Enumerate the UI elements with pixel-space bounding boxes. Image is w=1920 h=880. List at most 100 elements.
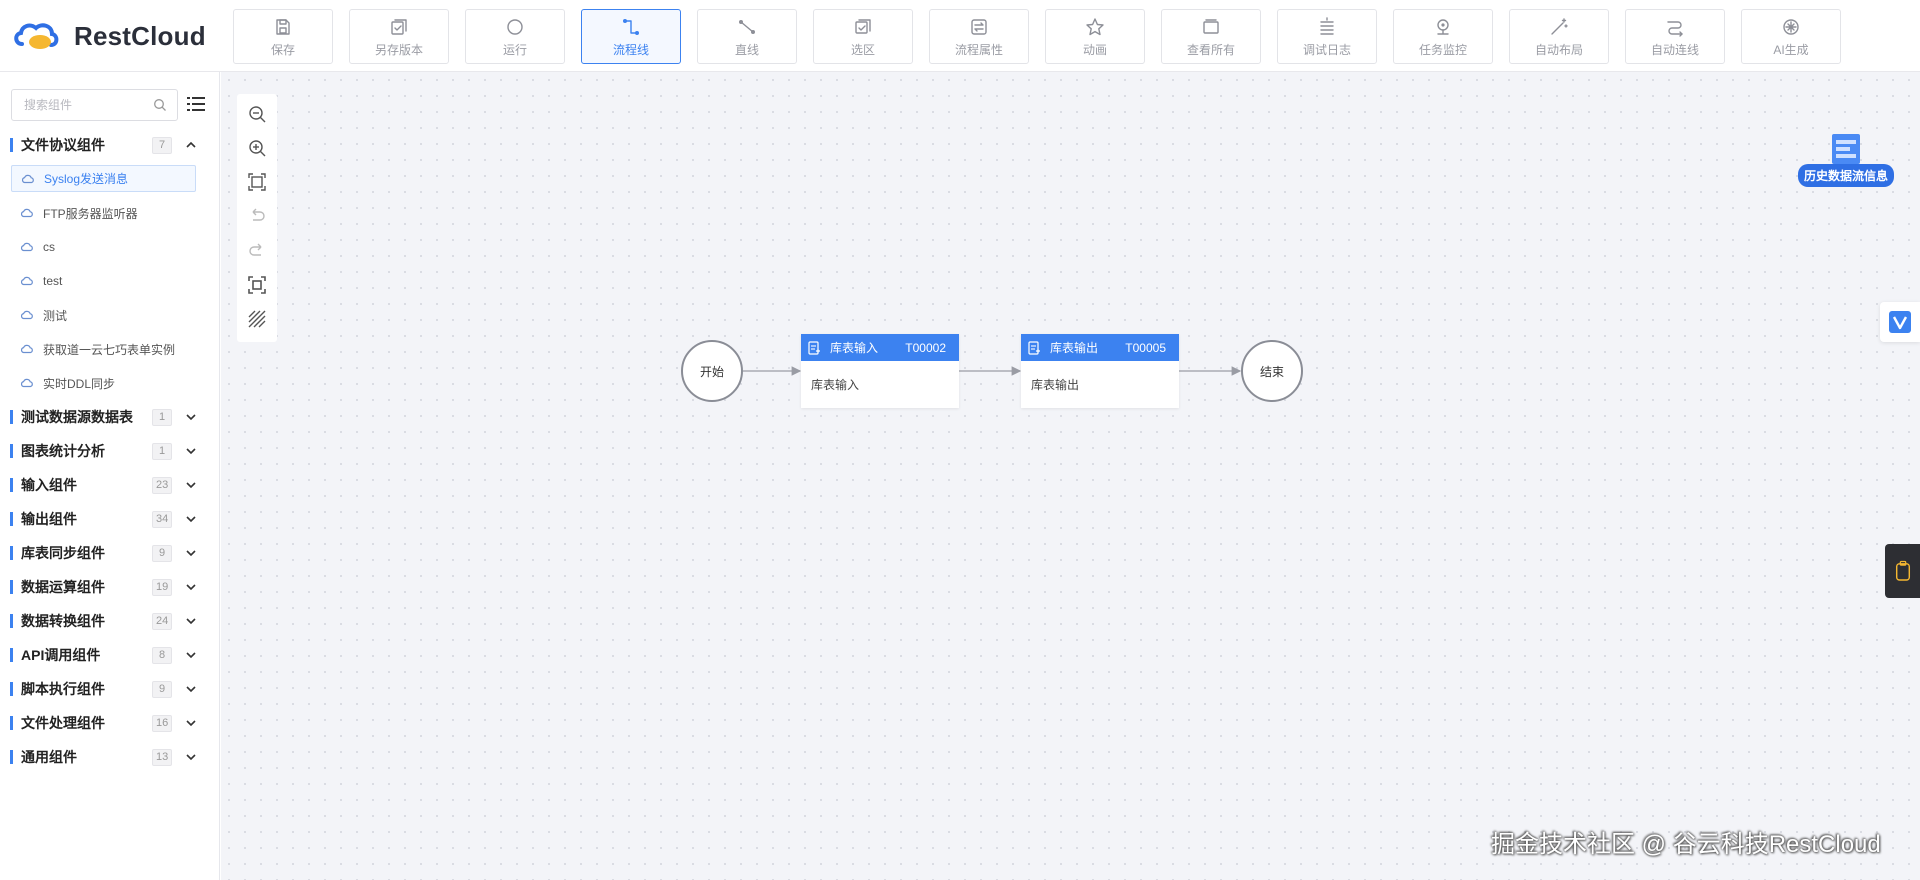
- chevron-down-icon[interactable]: [185, 479, 197, 491]
- group-count-badge: 16: [152, 715, 173, 732]
- component-groups: 文件协议组件 7 Syslog发送消息 FTP服务器监听器 cs test 测试获取道一…: [0, 128, 220, 774]
- group-count-badge: 24: [152, 613, 173, 630]
- flow-canvas[interactable]: 开始 库表输入 T00002 库表输入 库表输出 T00005 库表输出 结束: [221, 72, 1920, 880]
- zoom-out-icon[interactable]: [245, 102, 269, 125]
- toolbar-debug-log-button[interactable]: 调试日志: [1277, 9, 1377, 64]
- toolbar-button-label: 动画: [1082, 42, 1107, 57]
- search-input[interactable]: [24, 98, 149, 112]
- history-dataflow-button[interactable]: 历史数据流信息: [1794, 132, 1898, 192]
- undo-icon[interactable]: [245, 205, 269, 228]
- fit-view-icon[interactable]: [245, 171, 269, 194]
- chevron-down-icon[interactable]: [185, 445, 197, 457]
- component-group-header[interactable]: 数据转换组件 24: [0, 604, 220, 638]
- component-list-item[interactable]: 测试: [0, 298, 220, 332]
- end-node[interactable]: 结束: [1241, 340, 1303, 402]
- toolbar-flow-line-button[interactable]: 流程线: [581, 9, 681, 64]
- toolbar-auto-connect-button[interactable]: 自动连线: [1625, 9, 1725, 64]
- component-list-item[interactable]: Syslog发送消息: [11, 165, 196, 192]
- toolbar-save-version-button[interactable]: 另存版本: [349, 9, 449, 64]
- component-list-item[interactable]: 实时DDL同步: [0, 366, 220, 400]
- component-group-header[interactable]: 文件处理组件 16: [0, 706, 220, 740]
- toolbar-button-label: 保存: [270, 42, 295, 57]
- component-item-label: Syslog发送消息: [44, 172, 129, 186]
- component-group-header[interactable]: 数据运算组件 19: [0, 570, 220, 604]
- task-node-desc: 库表输出: [1031, 378, 1080, 392]
- toolbar-select-area-button[interactable]: 选区: [813, 9, 913, 64]
- select-area-icon: [852, 16, 874, 38]
- cloud-component-icon: [21, 174, 34, 183]
- list-view-icon[interactable]: [186, 94, 206, 114]
- cloud-component-icon: [20, 378, 33, 388]
- toolbar-button-label: AI生成: [1773, 42, 1809, 57]
- task-doc-icon: [1028, 340, 1040, 355]
- chevron-down-icon[interactable]: [185, 717, 197, 729]
- history-dataflow-label: 历史数据流信息: [1797, 164, 1894, 187]
- run-icon: [504, 16, 526, 38]
- component-item-label: cs: [43, 240, 55, 254]
- straight-line-icon: [736, 16, 758, 38]
- toolbar-auto-layout-button[interactable]: 自动布局: [1509, 9, 1609, 64]
- component-group-header[interactable]: 通用组件 13: [0, 740, 220, 774]
- chevron-down-icon[interactable]: [185, 581, 197, 593]
- group-accent-bar: [10, 750, 13, 764]
- chevron-up-icon[interactable]: [185, 139, 197, 151]
- search-icon[interactable]: [153, 98, 167, 112]
- start-node[interactable]: 开始: [681, 340, 743, 402]
- component-group-header[interactable]: 输出组件 34: [0, 502, 220, 536]
- toolbar-button-label: 运行: [502, 42, 527, 57]
- cloud-component-icon: [20, 208, 33, 218]
- component-list-item[interactable]: FTP服务器监听器: [0, 196, 220, 230]
- chevron-down-icon[interactable]: [185, 683, 197, 695]
- toolbar-task-monitor-button[interactable]: 任务监控: [1393, 9, 1493, 64]
- toolbar: 保存 另存版本 运行 流程线 直线 选区 流程属性 动画 查看所有 调试日志 任…: [233, 9, 1857, 64]
- v-side-button[interactable]: [1880, 302, 1920, 342]
- toolbar-view-all-button[interactable]: 查看所有: [1161, 9, 1261, 64]
- component-list-item[interactable]: 获取道一云七巧表单实例: [0, 332, 220, 366]
- fullscreen-icon[interactable]: [245, 273, 269, 296]
- component-search[interactable]: [11, 89, 178, 121]
- toolbar-animation-button[interactable]: 动画: [1045, 9, 1145, 64]
- chevron-down-icon[interactable]: [185, 649, 197, 661]
- chevron-down-icon[interactable]: [185, 411, 197, 423]
- toolbar-save-button[interactable]: 保存: [233, 9, 333, 64]
- group-count-badge: 23: [152, 477, 173, 494]
- toolbar-flow-props-button[interactable]: 流程属性: [929, 9, 1029, 64]
- task-node-id: T00005: [1125, 340, 1166, 355]
- component-group-header[interactable]: 输入组件 23: [0, 468, 220, 502]
- component-group-header[interactable]: 测试数据源数据表 1: [0, 400, 220, 434]
- task-node-table-input[interactable]: 库表输入 T00002 库表输入: [801, 334, 959, 408]
- history-data-icon: [1832, 134, 1860, 164]
- debug-log-icon: [1316, 16, 1338, 38]
- auto-connect-icon: [1664, 16, 1686, 38]
- component-item-label: 获取道一云七巧表单实例: [43, 342, 176, 357]
- component-group-header[interactable]: 图表统计分析 1: [0, 434, 220, 468]
- redo-icon[interactable]: [245, 239, 269, 262]
- component-group-header[interactable]: 文件协议组件 7: [0, 128, 220, 162]
- component-group-header[interactable]: API调用组件 8: [0, 638, 220, 672]
- component-item-label: FTP服务器监听器: [43, 206, 138, 221]
- component-list-item[interactable]: cs: [0, 230, 220, 264]
- grid-pattern-icon[interactable]: [245, 308, 269, 331]
- top-bar: RestCloud 保存 另存版本 运行 流程线 直线 选区 流程属性 动画 查…: [0, 0, 1920, 72]
- group-accent-bar: [10, 648, 13, 662]
- task-node-table-output[interactable]: 库表输出 T00005 库表输出: [1021, 334, 1179, 408]
- chevron-down-icon[interactable]: [185, 751, 197, 763]
- group-accent-bar: [10, 614, 13, 628]
- toolbar-straight-line-button[interactable]: 直线: [697, 9, 797, 64]
- group-accent-bar: [10, 682, 13, 696]
- toolbar-run-button[interactable]: 运行: [465, 9, 565, 64]
- chevron-down-icon[interactable]: [185, 547, 197, 559]
- side-panel-toggle[interactable]: [1885, 544, 1920, 598]
- zoom-in-icon[interactable]: [245, 136, 269, 159]
- brand-logo[interactable]: RestCloud: [12, 18, 206, 54]
- brand-name: RestCloud: [74, 20, 206, 51]
- chevron-down-icon[interactable]: [185, 513, 197, 525]
- chevron-down-icon[interactable]: [185, 615, 197, 627]
- group-count-badge: 34: [152, 511, 173, 528]
- component-group-header[interactable]: 脚本执行组件 9: [0, 672, 220, 706]
- canvas-controls: [237, 94, 277, 342]
- component-list-item[interactable]: test: [0, 264, 220, 298]
- component-group-header[interactable]: 库表同步组件 9: [0, 536, 220, 570]
- view-all-icon: [1200, 16, 1222, 38]
- toolbar-ai-generate-button[interactable]: AI生成: [1741, 9, 1841, 64]
